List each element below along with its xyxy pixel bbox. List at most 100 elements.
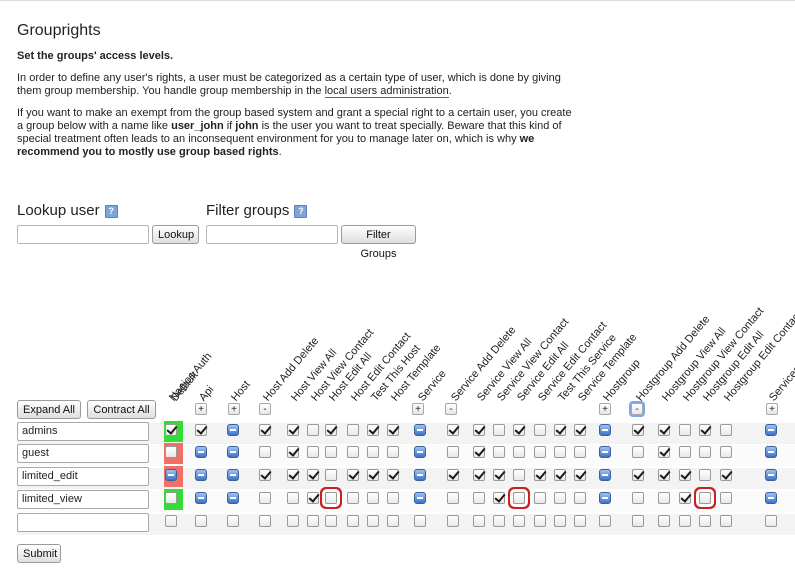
submit-button[interactable]: Submit <box>17 544 61 563</box>
checked-checkbox[interactable] <box>658 469 670 481</box>
lookup-button[interactable]: Lookup <box>152 225 199 244</box>
checked-checkbox[interactable] <box>554 424 566 436</box>
checked-checkbox[interactable] <box>473 446 485 458</box>
checkbox[interactable] <box>347 515 359 527</box>
checkbox[interactable] <box>287 515 299 527</box>
checkbox[interactable] <box>387 515 399 527</box>
checkbox[interactable] <box>513 515 525 527</box>
checkbox[interactable] <box>367 515 379 527</box>
help-icon[interactable]: ? <box>294 205 308 218</box>
checked-checkbox[interactable] <box>720 469 732 481</box>
checkbox[interactable] <box>534 446 546 458</box>
contract-all-button[interactable]: Contract All <box>87 400 156 419</box>
collapse-group-toggle[interactable]: - <box>259 403 271 415</box>
checkbox[interactable] <box>658 492 670 504</box>
checked-checkbox[interactable] <box>367 469 379 481</box>
help-icon[interactable]: ? <box>104 205 118 218</box>
partial-group-checkbox[interactable] <box>765 469 777 481</box>
checkbox[interactable] <box>325 515 337 527</box>
checked-checkbox[interactable] <box>574 424 586 436</box>
checkbox[interactable] <box>632 515 644 527</box>
checkbox[interactable] <box>720 515 732 527</box>
checkbox[interactable] <box>367 446 379 458</box>
partial-group-checkbox[interactable] <box>227 424 239 436</box>
checkbox[interactable] <box>447 515 459 527</box>
checked-checkbox[interactable] <box>493 492 505 504</box>
checkbox[interactable] <box>699 469 711 481</box>
expand-group-toggle[interactable]: + <box>412 403 424 415</box>
partial-group-checkbox[interactable] <box>599 446 611 458</box>
checked-checkbox[interactable] <box>387 469 399 481</box>
partial-group-checkbox[interactable] <box>599 469 611 481</box>
checked-checkbox[interactable] <box>699 424 711 436</box>
lookup-user-input[interactable] <box>17 225 149 244</box>
checkbox[interactable] <box>493 424 505 436</box>
checkbox[interactable] <box>347 446 359 458</box>
checkbox[interactable] <box>473 492 485 504</box>
checked-checkbox[interactable] <box>534 469 546 481</box>
partial-group-checkbox[interactable] <box>414 469 426 481</box>
checkbox[interactable] <box>513 492 525 504</box>
partial-group-checkbox[interactable] <box>414 424 426 436</box>
checkbox[interactable] <box>554 492 566 504</box>
checkbox[interactable] <box>534 424 546 436</box>
checkbox[interactable] <box>367 492 379 504</box>
checkbox[interactable] <box>165 492 177 504</box>
filter-groups-input[interactable] <box>206 225 338 244</box>
checkbox[interactable] <box>679 515 691 527</box>
checkbox[interactable] <box>513 446 525 458</box>
checked-checkbox[interactable] <box>325 424 337 436</box>
checkbox[interactable] <box>287 492 299 504</box>
checked-checkbox[interactable] <box>447 424 459 436</box>
checked-checkbox[interactable] <box>554 469 566 481</box>
group-name-input[interactable]: limited_view <box>17 490 149 509</box>
checkbox[interactable] <box>574 446 586 458</box>
partial-group-checkbox[interactable] <box>227 492 239 504</box>
group-name-input[interactable]: limited_edit <box>17 467 149 486</box>
checked-checkbox[interactable] <box>287 469 299 481</box>
checkbox[interactable] <box>414 515 426 527</box>
partial-group-checkbox[interactable] <box>165 469 177 481</box>
partial-group-checkbox[interactable] <box>414 492 426 504</box>
partial-group-checkbox[interactable] <box>599 492 611 504</box>
checkbox[interactable] <box>699 446 711 458</box>
partial-group-checkbox[interactable] <box>227 446 239 458</box>
checkbox[interactable] <box>387 492 399 504</box>
checked-checkbox[interactable] <box>679 492 691 504</box>
checkbox[interactable] <box>325 469 337 481</box>
checkbox[interactable] <box>679 446 691 458</box>
checkbox[interactable] <box>259 446 271 458</box>
partial-group-checkbox[interactable] <box>765 446 777 458</box>
checkbox[interactable] <box>307 515 319 527</box>
checkbox[interactable] <box>195 515 207 527</box>
checkbox[interactable] <box>447 446 459 458</box>
checkbox[interactable] <box>554 446 566 458</box>
checkbox[interactable] <box>574 492 586 504</box>
checkbox[interactable] <box>534 492 546 504</box>
checkbox[interactable] <box>259 515 271 527</box>
checkbox[interactable] <box>765 515 777 527</box>
expand-all-button[interactable]: Expand All <box>17 400 81 419</box>
checkbox[interactable] <box>534 515 546 527</box>
checkbox[interactable] <box>632 446 644 458</box>
checkbox[interactable] <box>447 492 459 504</box>
group-name-input[interactable]: guest <box>17 444 149 463</box>
checked-checkbox[interactable] <box>165 424 177 436</box>
checkbox[interactable] <box>307 446 319 458</box>
checkbox[interactable] <box>574 515 586 527</box>
partial-group-checkbox[interactable] <box>765 492 777 504</box>
partial-group-checkbox[interactable] <box>414 446 426 458</box>
checked-checkbox[interactable] <box>387 424 399 436</box>
checkbox[interactable] <box>165 515 177 527</box>
checkbox[interactable] <box>513 469 525 481</box>
checkbox[interactable] <box>720 492 732 504</box>
partial-group-checkbox[interactable] <box>195 446 207 458</box>
checked-checkbox[interactable] <box>473 424 485 436</box>
group-name-input[interactable] <box>17 513 149 532</box>
checkbox[interactable] <box>227 515 239 527</box>
checked-checkbox[interactable] <box>259 469 271 481</box>
checkbox[interactable] <box>387 446 399 458</box>
checkbox[interactable] <box>554 515 566 527</box>
checkbox[interactable] <box>259 492 271 504</box>
checked-checkbox[interactable] <box>574 469 586 481</box>
